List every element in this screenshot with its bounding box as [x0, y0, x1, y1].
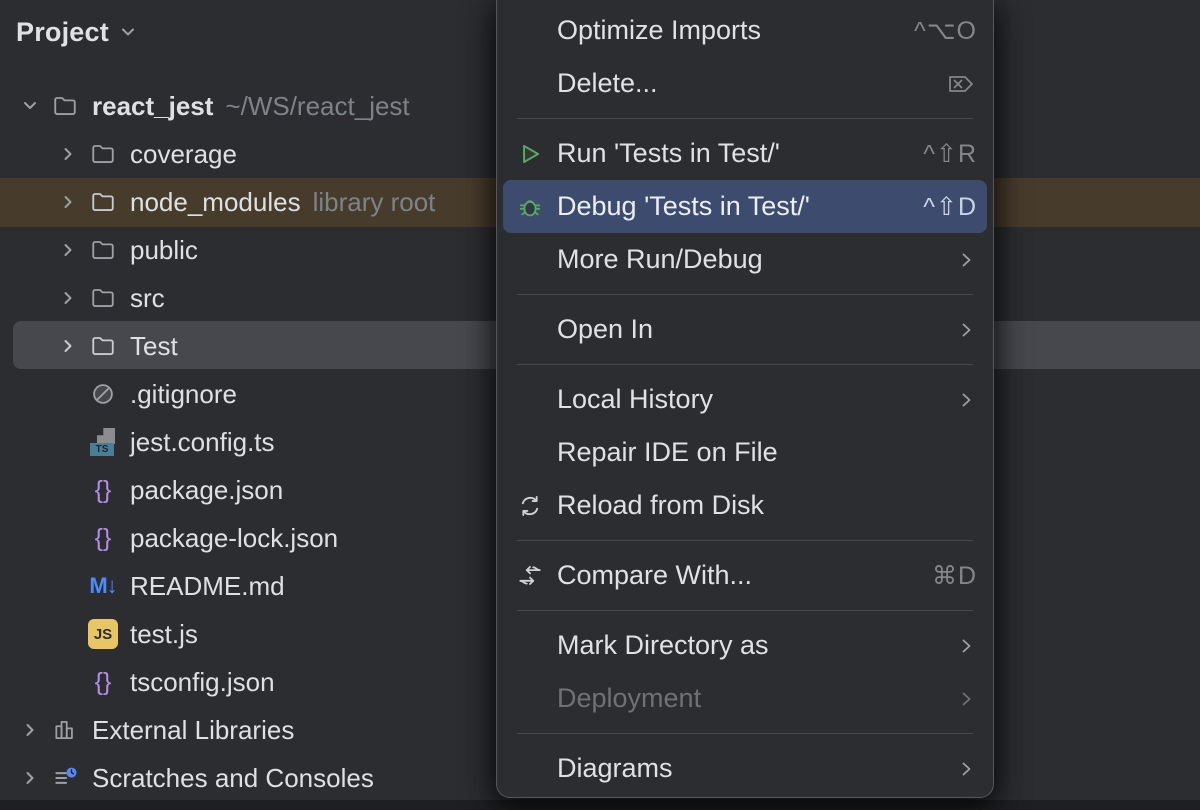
- menu-item-delete[interactable]: Delete...: [503, 57, 987, 110]
- tree-item-label: src: [130, 283, 165, 314]
- tree-item-label: Scratches and Consoles: [92, 763, 374, 794]
- menu-item-optimize-imports[interactable]: Optimize Imports ^⌥O: [503, 4, 987, 57]
- context-menu: Optimize Imports ^⌥O Delete... Run 'Test…: [496, 0, 994, 798]
- tree-item-label: .gitignore: [130, 379, 237, 410]
- folder-icon: [50, 93, 80, 119]
- submenu-arrow-icon: [955, 758, 977, 780]
- run-icon: [513, 140, 547, 168]
- submenu-arrow-icon: [955, 389, 977, 411]
- debug-bug-icon: [513, 193, 547, 221]
- tree-item-label: package-lock.json: [130, 523, 338, 554]
- json-braces-icon: {}: [88, 668, 118, 697]
- folder-icon: [88, 189, 118, 215]
- shortcut-label: ^⇧R: [923, 139, 977, 169]
- chevron-right-icon[interactable]: [54, 191, 82, 213]
- tree-item-label: jest.config.ts: [130, 427, 275, 458]
- library-root-badge: library root: [313, 187, 436, 218]
- menu-item-local-history[interactable]: Local History: [503, 373, 987, 426]
- menu-separator: [517, 610, 973, 611]
- ignored-file-icon: [88, 381, 118, 407]
- chevron-right-icon[interactable]: [54, 335, 82, 357]
- submenu-arrow-icon: [955, 635, 977, 657]
- menu-separator: [517, 294, 973, 295]
- json-braces-icon: {}: [88, 524, 118, 553]
- menu-separator: [517, 364, 973, 365]
- reload-icon: [513, 492, 547, 520]
- javascript-file-icon: JS: [88, 619, 118, 649]
- menu-separator: [517, 118, 973, 119]
- panel-title: Project: [16, 17, 109, 48]
- submenu-arrow-icon: [955, 319, 977, 341]
- menu-item-compare-with[interactable]: Compare With... ⌘D: [503, 549, 987, 602]
- tree-item-label: coverage: [130, 139, 237, 170]
- tree-item-label: tsconfig.json: [130, 667, 275, 698]
- folder-icon: [88, 141, 118, 167]
- submenu-arrow-icon: [955, 249, 977, 271]
- jest-typescript-config-icon: TS: [88, 428, 118, 456]
- project-panel-header[interactable]: Project: [16, 12, 139, 52]
- tree-item-label: node_modules: [130, 187, 301, 218]
- panel-bottom-edge: [0, 800, 1200, 810]
- folder-icon: [88, 285, 118, 311]
- menu-item-run-tests[interactable]: Run 'Tests in Test/' ^⇧R: [503, 127, 987, 180]
- shortcut-label: ^⇧D: [923, 192, 977, 222]
- chevron-right-icon[interactable]: [16, 719, 44, 741]
- folder-icon: [88, 237, 118, 263]
- tree-item-label: test.js: [130, 619, 198, 650]
- chevron-right-icon[interactable]: [54, 239, 82, 261]
- tree-item-label: package.json: [130, 475, 283, 506]
- tree-item-label: public: [130, 235, 198, 266]
- menu-item-debug-tests[interactable]: Debug 'Tests in Test/' ^⇧D: [503, 180, 987, 233]
- markdown-icon: M↓: [88, 573, 118, 599]
- menu-item-mark-directory-as[interactable]: Mark Directory as: [503, 619, 987, 672]
- menu-item-repair-ide[interactable]: Repair IDE on File: [503, 426, 987, 479]
- folder-icon: [88, 333, 118, 359]
- project-tool-window: Project react_jest ~/WS/react_jest cove: [0, 0, 1200, 810]
- submenu-arrow-icon: [955, 688, 977, 710]
- shortcut-label: ⌘D: [932, 561, 977, 591]
- external-libraries-icon: [50, 717, 80, 743]
- menu-item-open-in[interactable]: Open In: [503, 303, 987, 356]
- project-path: ~/WS/react_jest: [225, 91, 409, 122]
- menu-item-deployment: Deployment: [503, 672, 987, 725]
- tree-item-label: External Libraries: [92, 715, 294, 746]
- menu-separator: [517, 540, 973, 541]
- chevron-down-icon[interactable]: [117, 21, 139, 43]
- tree-item-label: react_jest: [92, 91, 213, 122]
- compare-diff-icon: [513, 561, 547, 591]
- menu-item-reload-from-disk[interactable]: Reload from Disk: [503, 479, 987, 532]
- json-braces-icon: {}: [88, 476, 118, 505]
- menu-separator: [517, 733, 973, 734]
- scratches-icon: [50, 765, 80, 791]
- shortcut-label: ^⌥O: [914, 16, 977, 46]
- chevron-right-icon[interactable]: [54, 287, 82, 309]
- menu-item-diagrams[interactable]: Diagrams: [503, 742, 987, 795]
- chevron-right-icon[interactable]: [54, 143, 82, 165]
- chevron-right-icon[interactable]: [16, 767, 44, 789]
- tree-item-label: README.md: [130, 571, 285, 602]
- menu-item-more-run-debug[interactable]: More Run/Debug: [503, 233, 987, 286]
- tree-item-label: Test: [130, 331, 178, 362]
- delete-forward-icon: [945, 71, 977, 97]
- chevron-down-icon[interactable]: [16, 95, 44, 117]
